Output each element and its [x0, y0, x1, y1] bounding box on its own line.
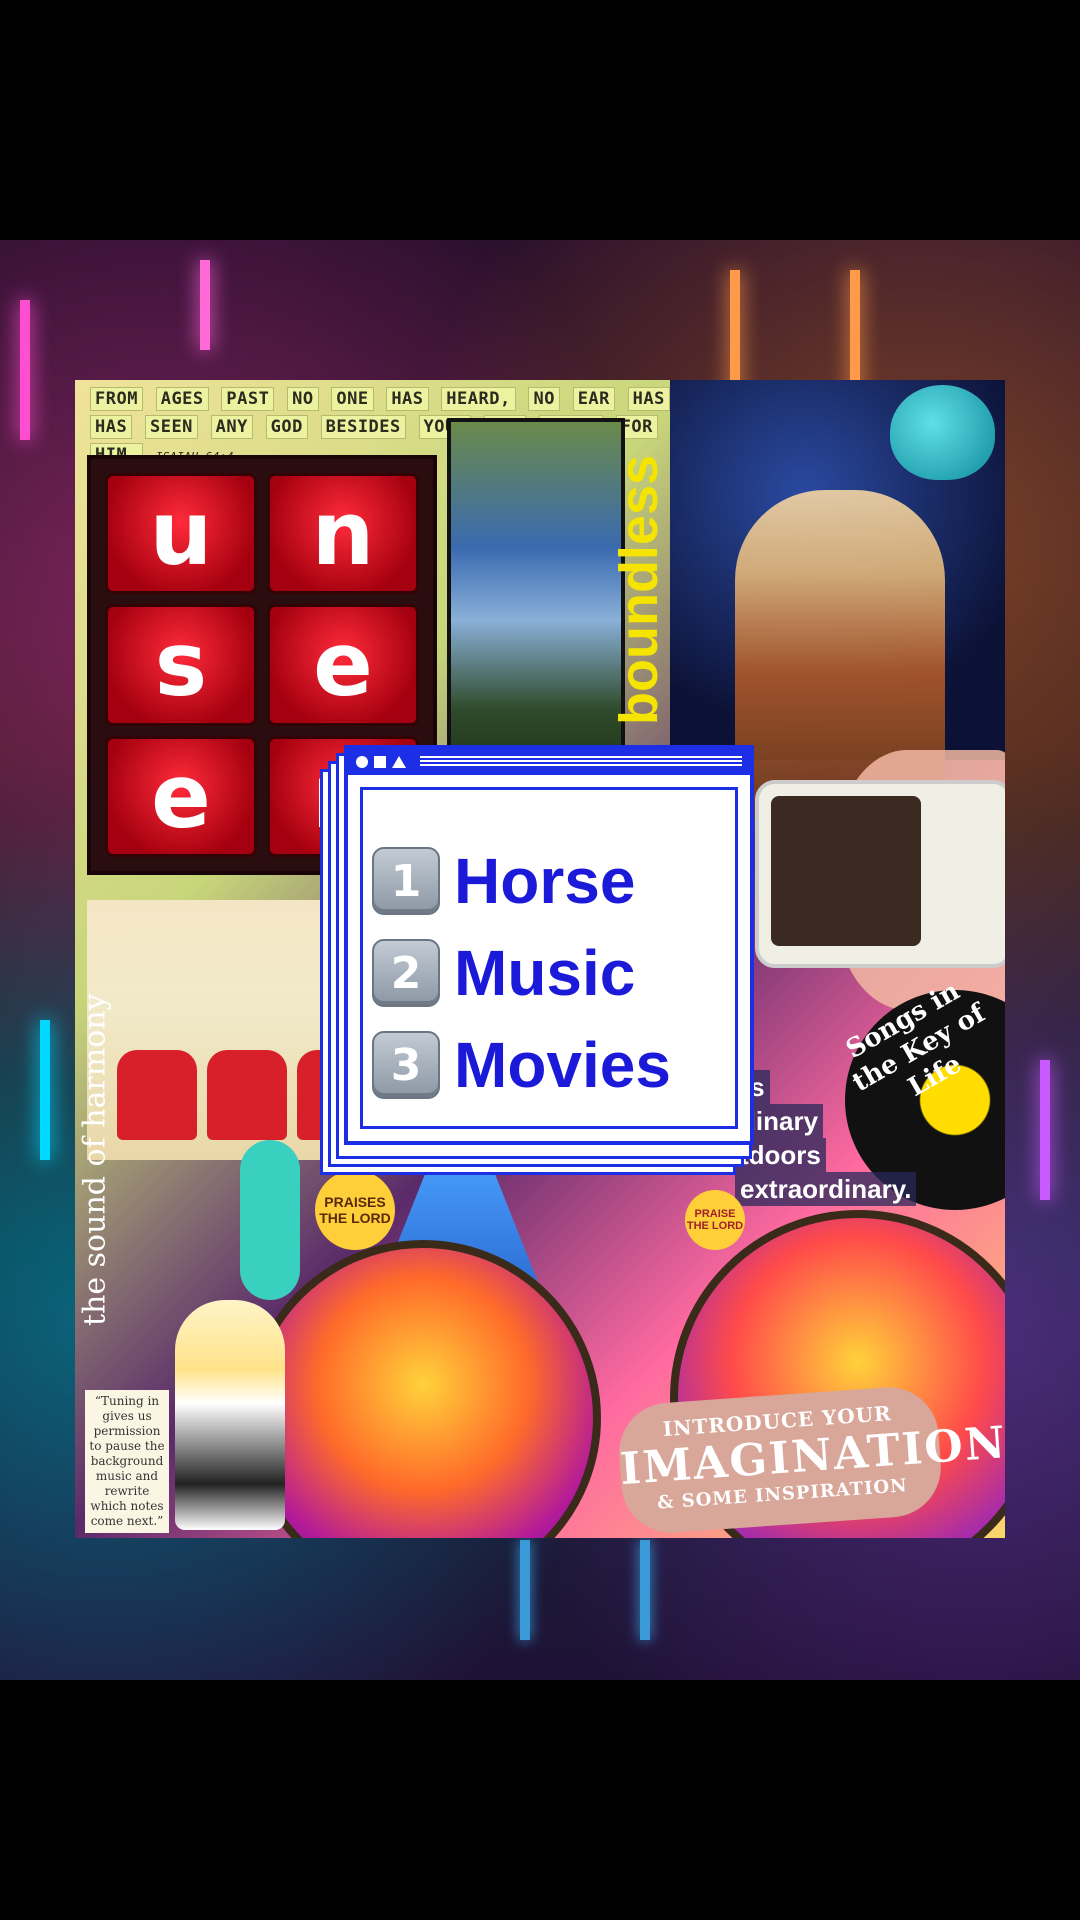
quote-word: HAS	[386, 387, 429, 411]
tv-letter: s	[105, 604, 257, 726]
number-2-keycap-icon: 2	[372, 939, 440, 1007]
praise-badge: PRAISE THE LORD	[685, 1190, 745, 1250]
quote-word: ONE	[331, 387, 374, 411]
outdoors-caption: rs dinary tdoors extraordinary.	[735, 1070, 917, 1206]
tv-letter: e	[267, 604, 419, 726]
quote-word: SEEN	[144, 415, 198, 439]
square-icon[interactable]	[374, 756, 386, 768]
music-note-icon	[640, 1540, 650, 1640]
quote-word: HAS	[90, 415, 133, 439]
quote-word: AGES	[155, 387, 209, 411]
quote-word: EAR	[572, 387, 615, 411]
boundless-text: boundless	[609, 454, 669, 726]
outdoors-line: extraordinary.	[735, 1172, 917, 1206]
dialog-titlebar[interactable]	[348, 749, 750, 775]
quote-word: NO	[528, 387, 560, 411]
number-3-keycap-icon: 3	[372, 1031, 440, 1099]
music-note-icon	[1040, 1060, 1050, 1200]
list-item-label: Horse	[454, 845, 636, 917]
turquoise-heart	[890, 385, 995, 480]
number-1-keycap-icon: 1	[372, 847, 440, 915]
quote-word: ANY	[210, 415, 253, 439]
list-item-label: Music	[454, 937, 636, 1009]
titlebar-grip	[420, 756, 742, 768]
harmony-text: the sound of harmony	[77, 993, 113, 1327]
quote-word: HAS	[627, 387, 670, 411]
list-item-music: 2 Music	[372, 927, 671, 1019]
guitar-illustration	[240, 1140, 300, 1300]
music-note-icon	[200, 260, 210, 350]
tv-letter: e	[105, 735, 257, 857]
imagination-banner: INTRODUCE YOUR IMAGINATION & SOME INSPIR…	[615, 1383, 1005, 1537]
music-note-icon	[40, 1020, 50, 1160]
music-note-icon	[520, 1540, 530, 1640]
phone-image	[755, 780, 1005, 968]
tv-letter: u	[105, 473, 257, 595]
list-item-label: Movies	[454, 1029, 671, 1101]
tuning-in-quote: “Tuning in gives us permission to pause …	[85, 1390, 169, 1533]
list-item-horse: 1 Horse	[372, 835, 671, 927]
list-item-movies: 3 Movies	[372, 1019, 671, 1111]
favorites-list: 1 Horse 2 Music 3 Movies	[372, 835, 671, 1111]
triangle-icon[interactable]	[392, 756, 406, 768]
music-note-icon	[20, 300, 30, 440]
circle-icon[interactable]	[356, 756, 368, 768]
quote-word: GOD	[265, 415, 308, 439]
nature-photo-strip	[447, 418, 625, 786]
quote-word: BESIDES	[320, 415, 406, 439]
praises-badge: PRAISES THE LORD	[315, 1170, 395, 1250]
quote-word: PAST	[221, 387, 275, 411]
quote-word: NO	[287, 387, 319, 411]
quote-word: FROM	[90, 387, 143, 411]
circle-photo-left	[245, 1240, 601, 1538]
list-dialog-stack: 1 Horse 2 Music 3 Movies	[320, 745, 760, 1175]
quote-word: HEARD,	[441, 387, 516, 411]
girl-illustration	[175, 1300, 285, 1530]
tv-letter: n	[267, 473, 419, 595]
